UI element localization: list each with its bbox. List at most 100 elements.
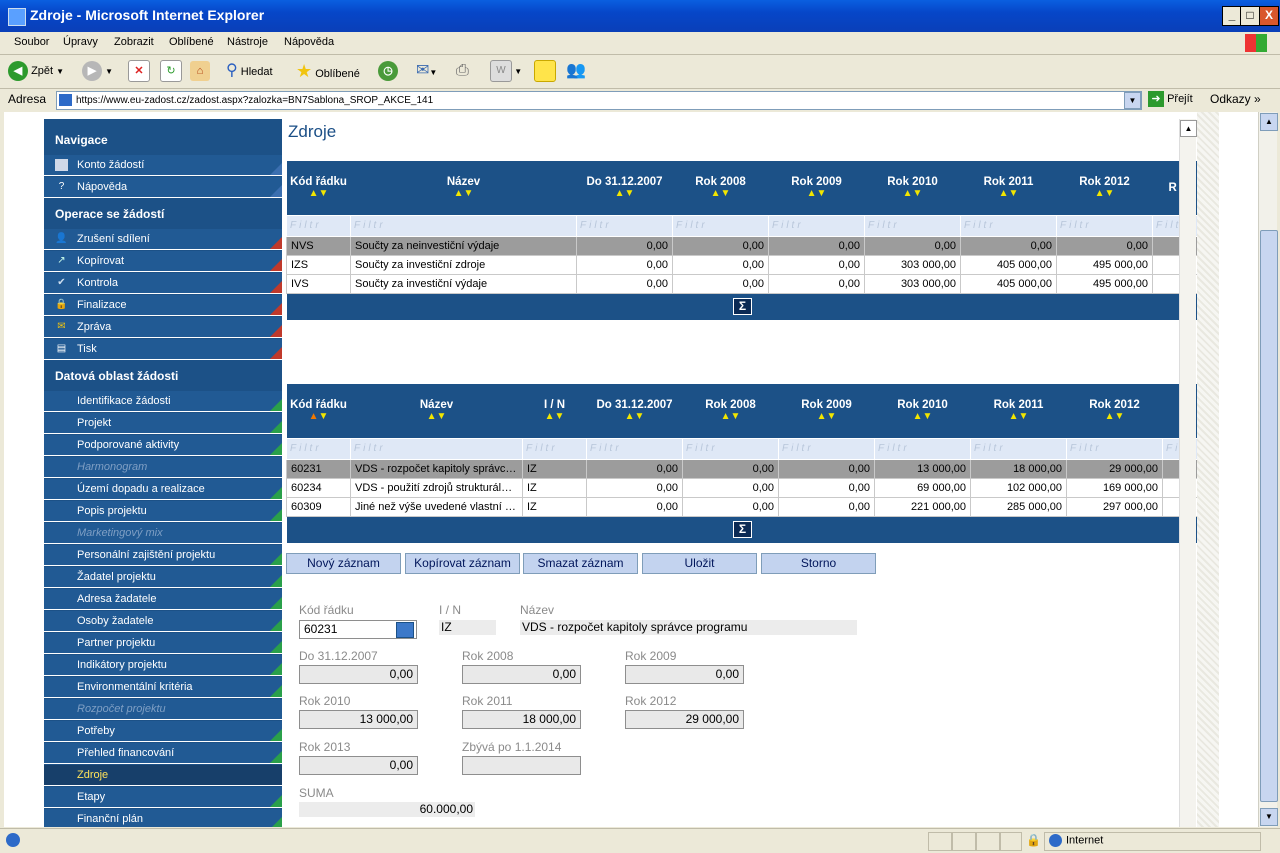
inner-scrollbar[interactable]: ▲	[1179, 119, 1197, 827]
forward-button[interactable]: ▶ ▼	[82, 60, 113, 82]
cancel-button[interactable]: Storno	[761, 553, 876, 574]
sidebar-item-adresa-zadatele[interactable]: Adresa žadatele	[44, 589, 282, 610]
back-button[interactable]: ◀ Zpět ▼	[8, 60, 64, 82]
filter-input[interactable]: Filtr	[286, 437, 351, 460]
scroll-down-button[interactable]: ▼	[1260, 808, 1278, 826]
sigma-icon[interactable]: Σ	[733, 521, 752, 538]
address-input[interactable]: https://www.eu-zadost.cz/zadost.aspx?zal…	[56, 91, 1142, 110]
sidebar-item-potreby[interactable]: Potřeby	[44, 721, 282, 742]
filter-input[interactable]: Filtr	[874, 437, 971, 460]
rok2010-input[interactable]: 13 000,00	[299, 710, 418, 729]
sidebar-item-zadatel-projektu[interactable]: Žadatel projektu	[44, 567, 282, 588]
do2007-input[interactable]: 0,00	[299, 665, 418, 684]
rok2008-input[interactable]: 0,00	[462, 665, 581, 684]
filter-input[interactable]: Filtr	[768, 214, 865, 237]
col-rok-2012[interactable]: Rok 2012 ▲▼	[1056, 161, 1153, 215]
col-kod-radku[interactable]: Kód řádku ▲▼	[286, 161, 351, 215]
sigma-icon[interactable]: Σ	[733, 298, 752, 315]
scroll-thumb[interactable]	[1260, 230, 1278, 802]
rok2012-input[interactable]: 29 000,00	[625, 710, 744, 729]
menu-soubor[interactable]: Soubor	[14, 36, 49, 48]
window-scrollbar[interactable]: ▲ ▼	[1258, 112, 1278, 827]
sidebar-item-environmentalni[interactable]: Environmentální kritéria	[44, 677, 282, 698]
rok2009-input[interactable]: 0,00	[625, 665, 744, 684]
table-row[interactable]: NVS Součty za neinvestiční výdaje 0,00 0,0…	[286, 235, 1199, 256]
col-do-2007[interactable]: Do 31.12.2007 ▲▼	[576, 161, 673, 215]
menu-zobrazit[interactable]: Zobrazit	[114, 36, 154, 48]
refresh-button[interactable]: ↻	[160, 60, 182, 83]
maximize-button[interactable]: □	[1240, 6, 1260, 26]
sidebar-item-konto[interactable]: Konto žádostí	[44, 155, 282, 176]
zbyva-input[interactable]	[462, 756, 581, 775]
menu-napoveda[interactable]: Nápověda	[284, 36, 334, 48]
sidebar-item-tisk[interactable]: ▤ Tisk	[44, 339, 282, 360]
menu-oblibene[interactable]: Oblíbené	[169, 36, 214, 48]
history-button[interactable]: ◷	[378, 60, 398, 82]
scroll-up-button[interactable]: ▲	[1260, 113, 1278, 131]
save-button[interactable]: Uložit	[642, 553, 757, 574]
col-rok-2009[interactable]: Rok 2009 ▲▼	[768, 161, 865, 215]
rok2011-input[interactable]: 18 000,00	[462, 710, 581, 729]
sidebar-item-identifikace[interactable]: Identifikace žádosti	[44, 391, 282, 412]
close-button[interactable]: X	[1259, 6, 1279, 26]
minimize-button[interactable]: _	[1222, 6, 1242, 26]
sidebar-item-partner-projektu[interactable]: Partner projektu	[44, 633, 282, 654]
col-kod-radku[interactable]: Kód řádku ▲▼	[286, 384, 351, 438]
col-rok-2012[interactable]: Rok 2012 ▲▼	[1066, 384, 1163, 438]
sidebar-item-uzemi-dopadu[interactable]: Území dopadu a realizace	[44, 479, 282, 500]
sidebar-item-indikatory[interactable]: Indikátory projektu	[44, 655, 282, 676]
filter-input[interactable]: Filtr	[970, 437, 1067, 460]
sidebar-item-podporovane-aktivity[interactable]: Podporované aktivity	[44, 435, 282, 456]
col-rok-2008[interactable]: Rok 2008 ▲▼	[682, 384, 779, 438]
sidebar-item-osoby-zadatele[interactable]: Osoby žadatele	[44, 611, 282, 632]
col-nazev[interactable]: Název ▲▼	[350, 384, 523, 438]
delete-record-button[interactable]: Smazat záznam	[523, 553, 638, 574]
sidebar-item-personalni-zajisteni[interactable]: Personální zajištění projektu	[44, 545, 282, 566]
col-in[interactable]: I / N ▲▼	[522, 384, 587, 438]
stop-button[interactable]: ✕	[128, 60, 150, 83]
filter-input[interactable]: Filtr	[864, 214, 961, 237]
table-row[interactable]: 60231VDS - rozpočet kapitoly správce pro…	[286, 458, 1199, 479]
table-row[interactable]: 60234 VDS - použití zdrojů strukturálních…	[286, 477, 1199, 498]
filter-input[interactable]: Filtr	[586, 437, 683, 460]
col-rok-2010[interactable]: Rok 2010 ▲▼	[864, 161, 961, 215]
filter-input[interactable]: Filtr	[350, 437, 523, 460]
sidebar-item-napoveda[interactable]: ? Nápověda	[44, 177, 282, 198]
table-row[interactable]: 60309 Jiné než výše uvedené vlastní zdroj…	[286, 496, 1199, 517]
sidebar-item-financni-plan[interactable]: Finanční plán	[44, 809, 282, 827]
edit-button[interactable]: W ▼	[490, 60, 522, 83]
filter-input[interactable]: Filtr	[1056, 214, 1153, 237]
table-row[interactable]: IZS Součty za investiční zdroje 0,00 0,00 …	[286, 254, 1199, 275]
mail-button[interactable]: ✉▼	[416, 60, 437, 82]
col-rok-2011[interactable]: Rok 2011 ▲▼	[970, 384, 1067, 438]
filter-input[interactable]: Filtr	[286, 214, 351, 237]
col-rok-2011[interactable]: Rok 2011 ▲▼	[960, 161, 1057, 215]
messenger-button[interactable]: 👥	[566, 60, 586, 82]
menu-upravy[interactable]: Úpravy	[63, 36, 98, 48]
sidebar-item-popis-projektu[interactable]: Popis projektu	[44, 501, 282, 522]
sidebar-item-prehled-financovani[interactable]: Přehled financování	[44, 743, 282, 764]
kod-radku-input[interactable]: 60231	[299, 620, 417, 639]
calendar-icon[interactable]	[396, 622, 414, 638]
copy-record-button[interactable]: Kopírovat záznam	[405, 553, 520, 574]
table-row[interactable]: IVS Součty za investiční výdaje 0,00 0,00 …	[286, 273, 1199, 294]
filter-input[interactable]: Filtr	[778, 437, 875, 460]
filter-input[interactable]: Filtr	[672, 214, 769, 237]
filter-input[interactable]: Filtr	[960, 214, 1057, 237]
filter-input[interactable]: Filtr	[1066, 437, 1163, 460]
sidebar-item-kopirovat[interactable]: ↗ Kopírovat	[44, 251, 282, 272]
home-button[interactable]: ⌂	[190, 60, 210, 82]
filter-input[interactable]: Filtr	[350, 214, 577, 237]
menu-nastroje[interactable]: Nástroje	[227, 36, 268, 48]
links-button[interactable]: Odkazy »	[1210, 92, 1261, 106]
print-button[interactable]: ⎙	[456, 60, 469, 82]
search-button[interactable]: ⚲ Hledat	[226, 60, 273, 82]
sidebar-item-etapy[interactable]: Etapy	[44, 787, 282, 808]
sidebar-item-zdroje[interactable]: Zdroje	[44, 765, 282, 786]
sidebar-item-finalizace[interactable]: 🔒 Finalizace	[44, 295, 282, 316]
sidebar-item-projekt[interactable]: Projekt	[44, 413, 282, 434]
filter-input[interactable]: Filtr	[682, 437, 779, 460]
rok2013-input[interactable]: 0,00	[299, 756, 418, 775]
col-rok-2010[interactable]: Rok 2010 ▲▼	[874, 384, 971, 438]
note-button[interactable]	[534, 60, 556, 83]
